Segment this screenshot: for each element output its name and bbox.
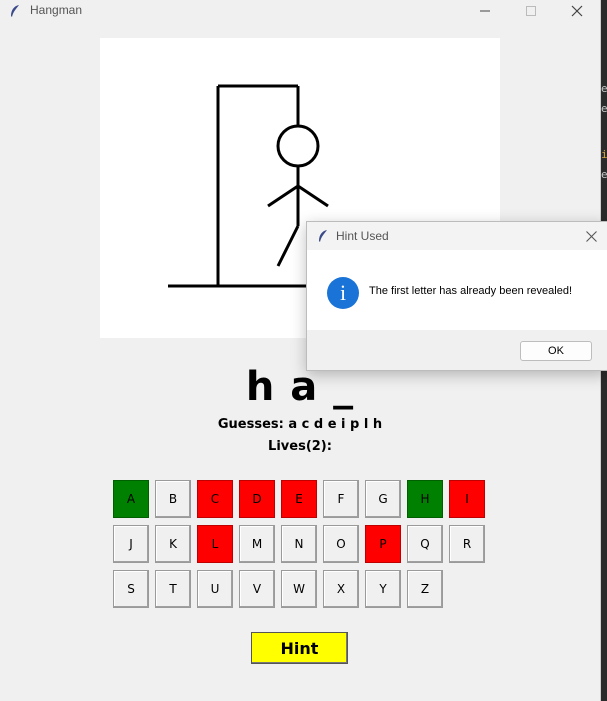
- letter-key-t[interactable]: T: [155, 570, 191, 608]
- guesses-label: Guesses: a c d e i p l h: [217, 417, 383, 432]
- background-editor-glyph: e: [601, 82, 607, 95]
- letter-key-l[interactable]: L: [197, 525, 233, 563]
- background-editor-glyph: e: [601, 102, 607, 115]
- close-icon: [586, 231, 597, 242]
- dialog-titlebar[interactable]: Hint Used: [307, 222, 607, 250]
- lives-label: Lives(2):: [268, 439, 332, 454]
- letter-key-u[interactable]: U: [197, 570, 233, 608]
- letter-key-s[interactable]: S: [113, 570, 149, 608]
- figure-left-arm: [267, 184, 299, 208]
- letter-key-h[interactable]: H: [407, 480, 443, 518]
- maximize-button[interactable]: [508, 0, 554, 22]
- letter-key-f[interactable]: F: [323, 480, 359, 518]
- letter-key-o[interactable]: O: [323, 525, 359, 563]
- dialog-body: i The first letter has already been reve…: [307, 250, 607, 330]
- figure-right-arm: [297, 184, 329, 208]
- letter-key-x[interactable]: X: [323, 570, 359, 608]
- dialog-message: The first letter has already been reveal…: [369, 285, 573, 297]
- letter-key-g[interactable]: G: [365, 480, 401, 518]
- window-titlebar[interactable]: Hangman: [0, 0, 600, 22]
- letter-key-a[interactable]: A: [113, 480, 149, 518]
- letter-key-i[interactable]: I: [449, 480, 485, 518]
- letter-key-b[interactable]: B: [155, 480, 191, 518]
- window-title: Hangman: [30, 3, 83, 17]
- letter-key-w[interactable]: W: [281, 570, 317, 608]
- letter-key-j[interactable]: J: [113, 525, 149, 563]
- feather-icon: [11, 5, 19, 17]
- feather-icon: [319, 230, 327, 242]
- dialog-footer: OK: [307, 330, 607, 370]
- close-button[interactable]: [554, 0, 600, 22]
- maximize-icon: [526, 6, 536, 16]
- letter-key-e[interactable]: E: [281, 480, 317, 518]
- figure-left-leg: [276, 225, 300, 267]
- minimize-button[interactable]: [462, 0, 508, 22]
- letter-key-z[interactable]: Z: [407, 570, 443, 608]
- dialog-close-button[interactable]: [577, 224, 605, 248]
- letter-key-v[interactable]: V: [239, 570, 275, 608]
- background-editor-glyph: e: [601, 168, 607, 181]
- letter-key-n[interactable]: N: [281, 525, 317, 563]
- letter-key-d[interactable]: D: [239, 480, 275, 518]
- hint-button[interactable]: Hint: [251, 632, 348, 664]
- close-icon: [571, 5, 583, 17]
- letter-key-p[interactable]: P: [365, 525, 401, 563]
- ok-button[interactable]: OK: [520, 341, 592, 361]
- figure-head: [276, 124, 320, 168]
- background-editor-glyph: i: [601, 148, 607, 161]
- letter-key-m[interactable]: M: [239, 525, 275, 563]
- minimize-icon: [480, 10, 490, 12]
- letter-key-y[interactable]: Y: [365, 570, 401, 608]
- dialog-title: Hint Used: [336, 229, 389, 243]
- letter-key-r[interactable]: R: [449, 525, 485, 563]
- letter-key-c[interactable]: C: [197, 480, 233, 518]
- info-icon: i: [327, 277, 359, 309]
- letter-key-q[interactable]: Q: [407, 525, 443, 563]
- hint-used-dialog: Hint Used i The first letter has already…: [306, 221, 607, 371]
- letter-key-k[interactable]: K: [155, 525, 191, 563]
